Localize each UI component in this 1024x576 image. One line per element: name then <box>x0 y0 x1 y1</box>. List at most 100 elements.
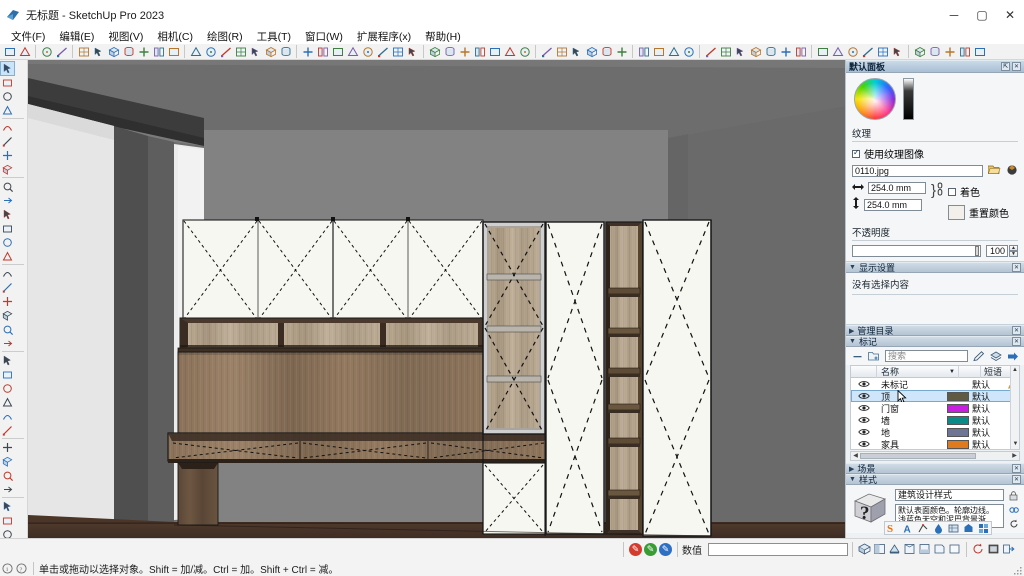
flip-edge-icon[interactable] <box>794 45 808 59</box>
rotated-rectangle-icon[interactable] <box>1 163 14 176</box>
opacity-input[interactable]: 100 <box>986 245 1008 257</box>
panel-header-default-tray[interactable]: 默认面板 ⇱ ✕ <box>846 60 1024 73</box>
minus-icon[interactable] <box>851 350 863 362</box>
entity-info-close-icon[interactable]: ✕ <box>1012 263 1021 272</box>
reset-color-swatch[interactable] <box>948 205 966 220</box>
section-plane-icon[interactable] <box>637 45 651 59</box>
color-wheel[interactable] <box>854 78 896 120</box>
protractor-icon[interactable] <box>1 368 14 381</box>
pan-icon[interactable] <box>1 469 14 482</box>
sketchup-s-icon[interactable]: S <box>887 522 899 534</box>
opacity-slider[interactable] <box>852 245 981 257</box>
edges-icon[interactable] <box>917 522 929 534</box>
move-icon[interactable] <box>1 267 14 280</box>
refresh-icon[interactable] <box>1008 518 1019 529</box>
lock-icon[interactable] <box>1008 490 1019 501</box>
layout-icon[interactable] <box>913 45 927 59</box>
orbit-icon[interactable] <box>1 455 14 468</box>
texture-height-input[interactable]: 254.0 mm <box>864 198 922 211</box>
styles-close-icon[interactable]: ✕ <box>1012 475 1021 484</box>
scenes-close-icon[interactable]: ✕ <box>1012 464 1021 473</box>
iso-icon[interactable] <box>428 45 442 59</box>
text-icon[interactable] <box>1 410 14 423</box>
arc-icon[interactable] <box>1 208 14 221</box>
circle-icon[interactable] <box>1 180 14 193</box>
tape-measure-icon[interactable] <box>1 354 14 367</box>
zoom-extents-icon[interactable] <box>346 45 360 59</box>
hidden-line-icon[interactable] <box>570 45 584 59</box>
menu-window[interactable]: 窗口(W) <box>298 30 350 44</box>
new-icon[interactable] <box>3 45 17 59</box>
followme-icon[interactable] <box>279 45 293 59</box>
drape-icon[interactable] <box>764 45 778 59</box>
watermark-icon[interactable] <box>932 522 944 534</box>
use-texture-row[interactable]: 使用纹理图像 <box>852 146 1018 161</box>
tag-color-swatch[interactable] <box>947 403 969 413</box>
follow-me-icon[interactable] <box>1 309 14 322</box>
iso-view-icon[interactable] <box>857 542 872 556</box>
tag-color-swatch[interactable] <box>947 380 969 389</box>
visibility-eye-icon[interactable] <box>851 392 877 400</box>
shaded-icon[interactable] <box>585 45 599 59</box>
menu-view[interactable]: 视图(V) <box>101 30 150 44</box>
pushpull-icon[interactable] <box>249 45 263 59</box>
wireframe-icon[interactable] <box>555 45 569 59</box>
menu-camera[interactable]: 相机(C) <box>150 30 200 44</box>
use-texture-checkbox[interactable] <box>852 148 860 158</box>
tags-sort-chevron-down-icon[interactable]: ▼ <box>949 369 955 375</box>
menu-extensions[interactable]: 扩展程序(x) <box>350 30 418 44</box>
zoom-icon[interactable] <box>331 45 345 59</box>
back-icon[interactable] <box>488 45 502 59</box>
right-view-icon[interactable] <box>902 542 917 556</box>
close-panel-icon[interactable]: ✕ <box>1012 62 1021 71</box>
visibility-eye-icon[interactable] <box>851 416 877 424</box>
rotate-icon[interactable] <box>971 542 986 556</box>
tags-table[interactable]: 名称 ▼ 短语 未标记 默认顶默认 门窗 默认墙默认地默认 家具 默认 ▲ ▼ <box>850 365 1020 450</box>
advanced-camera-icon[interactable] <box>943 45 957 59</box>
offset-icon[interactable] <box>1 337 14 350</box>
table-row[interactable]: 未标记 默认 <box>851 378 1019 390</box>
rectangle-icon[interactable] <box>1 149 14 162</box>
visibility-eye-icon[interactable] <box>851 380 877 388</box>
monochrome-icon[interactable] <box>615 45 629 59</box>
opacity-knob[interactable] <box>975 246 979 256</box>
pan-icon[interactable] <box>316 45 330 59</box>
circle-icon[interactable] <box>122 45 136 59</box>
table-row[interactable]: 墙默认 <box>851 414 1019 426</box>
material-eyedropper-icon[interactable] <box>1 104 14 117</box>
print-icon[interactable] <box>40 45 54 59</box>
orbit-icon[interactable] <box>301 45 315 59</box>
tags-vertical-scrollbar[interactable]: ▲ ▼ <box>1010 366 1019 449</box>
tags-search-input[interactable]: 搜索 <box>885 350 968 362</box>
walk-icon[interactable] <box>391 45 405 59</box>
move-icon[interactable] <box>204 45 218 59</box>
polygon-icon[interactable] <box>137 45 151 59</box>
panel-header-tags[interactable]: ▼ 标记 ✕ <box>846 336 1024 347</box>
export-icon[interactable] <box>1001 542 1016 556</box>
visibility-eye-icon[interactable] <box>851 404 877 412</box>
scale-icon[interactable] <box>1 323 14 336</box>
menu-tools[interactable]: 工具(T) <box>250 30 298 44</box>
text-a-icon[interactable]: A <box>902 522 914 534</box>
left-icon[interactable] <box>503 45 517 59</box>
pie-icon[interactable] <box>1 250 14 263</box>
maximize-button[interactable]: ▢ <box>968 0 996 30</box>
table-row[interactable]: 门窗 默认 <box>851 402 1019 414</box>
hscroll-thumb[interactable] <box>860 453 976 459</box>
dimension-icon[interactable] <box>1 396 14 409</box>
position-camera-icon[interactable] <box>376 45 390 59</box>
zoom-window-icon[interactable] <box>1 500 14 513</box>
menu-help[interactable]: 帮助(H) <box>418 30 468 44</box>
trim-icon[interactable] <box>861 45 875 59</box>
modeling-icon[interactable] <box>947 522 959 534</box>
rotate-icon[interactable] <box>219 45 233 59</box>
zoom-extents-icon[interactable] <box>1 514 14 527</box>
axes-icon[interactable] <box>1 382 14 395</box>
warehouse-icon[interactable] <box>973 45 987 59</box>
section-plane-icon[interactable] <box>1 441 14 454</box>
paint-bucket-icon[interactable] <box>1 90 14 103</box>
menu-draw[interactable]: 绘图(R) <box>200 30 250 44</box>
scale-icon[interactable] <box>234 45 248 59</box>
scroll-down-icon[interactable]: ▼ <box>1011 440 1019 449</box>
menu-edit[interactable]: 编辑(E) <box>52 30 101 44</box>
